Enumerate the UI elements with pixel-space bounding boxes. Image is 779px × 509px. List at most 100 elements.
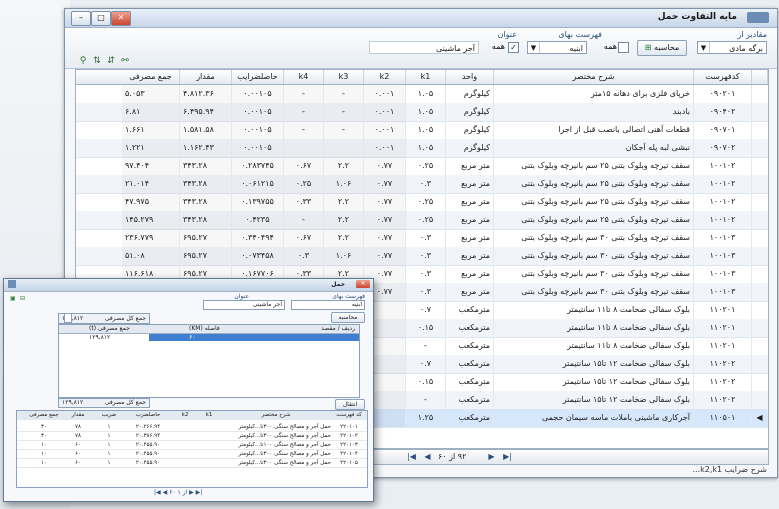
popup-col-header[interactable]: حاصلضرب <box>123 411 173 419</box>
popup-calc-button[interactable]: محاسبه <box>331 312 365 323</box>
cell-k4: ۰.۳۳ <box>284 193 324 211</box>
table-row[interactable]: ۱۰۰۱۰۲ سقف تیرچه وبلوک بتنی ۲۵ سم بانیرچه… <box>76 175 768 194</box>
all-title-checkbox[interactable]: ✓ <box>508 42 519 53</box>
cell-k1: ۱.۰۵ <box>406 139 446 157</box>
cell-k2: ۰.۷۷ <box>364 211 406 229</box>
cell-code: ۱۰۰۱۰۲ <box>694 157 752 175</box>
cell-factor: ۰.۳۴۰۴۹۴ <box>232 229 284 247</box>
popup-inner-col2: فاصله (KM) <box>189 325 220 332</box>
cell-k2: ۰.۷۷ <box>364 175 406 193</box>
cell-unit: مترمکعب <box>446 337 494 355</box>
popup-table-row[interactable]: ۲۲۰۱۰۱ حمل آجر و مصالح سنگی ۳۰۰تا...کیلوم… <box>17 423 367 432</box>
popup-table-row[interactable]: ۲۲۰۱۰۴ حمل آجر و مصالح سنگی ۳۰۰تا...کیلوم… <box>17 450 367 459</box>
popup-close-button[interactable]: ✕ <box>356 280 370 288</box>
column-header-qty[interactable]: مقدار <box>180 70 232 84</box>
column-header-k3[interactable]: k3 <box>324 70 364 84</box>
column-header-k4[interactable]: k4 <box>284 70 324 84</box>
next-page-icon[interactable]: ▶ <box>189 489 194 496</box>
table-row[interactable]: ۱۰۰۱۰۲ سقف تیرچه وبلوک بتنی ۲۵ سم بانیرچه… <box>76 211 768 230</box>
popup-sum2-label: جمع کل مصرفی <box>104 399 146 406</box>
popup-step-icon[interactable] <box>64 313 72 323</box>
filter-icon[interactable]: ⚲ <box>77 56 89 66</box>
table-row[interactable]: ۰۹۰۷۰۲ نبشی لبه پله آجکان کیلوگرم ۱.۰۵ ۰.۰۰۱… <box>76 139 768 158</box>
popup-save-icon[interactable]: ⊟ <box>20 295 25 302</box>
cell-k1: ۰.۳ <box>406 283 446 301</box>
popup-col-header[interactable]: k2 <box>173 411 197 419</box>
row-indicator-header <box>752 70 768 84</box>
cell-unit: متر مربع <box>446 247 494 265</box>
column-header-total[interactable]: جمع مصرفی <box>122 70 180 84</box>
calc-button[interactable]: محاسبه ⊞ <box>637 40 687 56</box>
cell-k3: - <box>324 85 364 103</box>
binoculars-icon[interactable]: ⚯ <box>119 56 131 66</box>
arrows-icon[interactable]: ⇅ <box>91 56 103 66</box>
popup-col-header[interactable]: مقدار <box>61 411 95 419</box>
popup-col-header[interactable]: شرح مختصر <box>221 411 331 419</box>
popup-table-row[interactable]: ۲۲۰۱۰۳ حمل آجر و مصالح سنگی ۱۰۰تا...کیلوم… <box>17 441 367 450</box>
maximize-button[interactable]: □ <box>91 11 111 26</box>
popup-cell-d: ۳۰ <box>41 424 47 430</box>
table-row[interactable]: ۰۹۰۷۰۱ قطعات آهنی اتصالی بانصب قبل از اجر… <box>76 121 768 140</box>
cell-k4 <box>284 139 324 157</box>
column-header-k2[interactable]: k2 <box>364 70 406 84</box>
cell-total: ۶.۸۱ <box>122 103 180 121</box>
popup-inner-distance: ۶۰ <box>189 334 196 341</box>
popup-title-value: آجر ماشینی <box>252 301 282 308</box>
table-row[interactable]: ۱۰۰۱۰۳ سقف تیرچه وبلوک بتنی ۳۰ سم بانیرچه… <box>76 247 768 266</box>
popup-table-row[interactable]: ۲۲۰۱۰۵ حمل آجر و مصالح سنگی ۳۰۰تا...کیلوم… <box>17 459 367 468</box>
cell-qty: ۴.۸۱۲.۳۶ <box>180 85 232 103</box>
column-header-code[interactable]: کدفهرست <box>694 70 752 84</box>
last-record-icon[interactable]: ▶| <box>502 451 513 462</box>
cell-k1: ۰.۲۵ <box>406 193 446 211</box>
next-record-icon[interactable]: ▶ <box>486 451 497 462</box>
cell-unit: مترمکعب <box>446 373 494 391</box>
app-icon <box>747 12 769 23</box>
column-header-factor[interactable]: حاصلضرایب <box>232 70 284 84</box>
prev-record-icon[interactable]: ◀ <box>422 451 433 462</box>
price-list-from-combo[interactable]: برگه مادی ▼ <box>697 41 767 54</box>
table-row[interactable]: ۰۹۰۲۰۱ خرپای فلزی برای دهانه ۱۵متر کیلوگرم… <box>76 85 768 104</box>
popup-price-list-value: ابنیه <box>351 301 362 308</box>
column-header-k1[interactable]: k1 <box>406 70 446 84</box>
minimize-button[interactable]: – <box>71 11 91 26</box>
price-list-combo[interactable]: ابنیه ▼ <box>527 41 587 54</box>
popup-print-icon[interactable]: ▣ <box>10 295 16 302</box>
cell-factor: ۰.۰۷۳۴۵۸ <box>232 247 284 265</box>
cell-code: ۰۹۰۷۰۲ <box>694 139 752 157</box>
cell-k1: ۰.۱۵ <box>406 319 446 337</box>
cell-k3: - <box>324 121 364 139</box>
first-record-icon[interactable]: |◀ <box>406 451 417 462</box>
popup-title-combo[interactable]: آجر ماشینی <box>203 300 285 310</box>
popup-col-header[interactable]: کد فهرست <box>331 411 367 419</box>
cell-desc: نبشی لبه پله آجکان <box>494 139 694 157</box>
popup-cell-code: ۲۲۰۱۰۳ <box>340 442 358 448</box>
cell-qty: ۳۴۳.۲۸ <box>180 175 232 193</box>
popup-col-header[interactable]: جمع مصرفی <box>27 411 61 419</box>
popup-cell-a: ۲۰.۳۸۶.۹۴ <box>135 433 161 439</box>
popup-price-list-combo[interactable]: ابنیه <box>291 300 365 310</box>
prev-page-icon[interactable]: ◀ <box>163 489 168 496</box>
popup-col-header[interactable]: k1 <box>197 411 221 419</box>
table-row[interactable]: ۱۰۰۱۰۲ سقف تیرچه وبلوک بتنی ۲۵ سم بانیرچه… <box>76 157 768 176</box>
popup-table-row[interactable]: ۲۲۰۱۰۲ حمل آجر و مصالح سنگی ۳۰۰تا...کیلوم… <box>17 432 367 441</box>
popup-transfer-button[interactable]: انتقال <box>335 399 365 410</box>
cell-code: ۱۱۰۲۰۲ <box>694 373 752 391</box>
current-row-icon: ◀ <box>752 409 768 427</box>
cell-code: ۱۱۰۲۰۱ <box>694 301 752 319</box>
table-row[interactable]: ۰۹۰۴۰۲ بادبند کیلوگرم ۱.۰۵ ۰.۰۰۱- -۰.۰۰۱۰۵ ۶.۴… <box>76 103 768 122</box>
last-page-icon[interactable]: ▶| <box>196 489 203 496</box>
close-button[interactable]: ✕ <box>111 11 131 26</box>
cell-unit: متر مربع <box>446 211 494 229</box>
column-header-unit[interactable]: واحد <box>446 70 494 84</box>
table-row[interactable]: ۱۰۰۱۰۳ سقف تیرچه وبلوک بتنی ۳۰ سم بانیرچه… <box>76 229 768 248</box>
all-price-list-checkbox[interactable] <box>618 42 629 53</box>
cell-k2: ۰.۷۷ <box>364 193 406 211</box>
column-header-desc[interactable]: شرح مختصر <box>494 70 694 84</box>
chevron-down-icon[interactable]: ▼ <box>528 42 540 53</box>
sort-icon[interactable]: ⇵ <box>105 56 117 66</box>
title-field[interactable]: آجر ماشینی <box>369 41 479 54</box>
popup-col-header[interactable]: ضریب <box>95 411 123 419</box>
table-row[interactable]: ۱۰۰۱۰۲ سقف تیرچه وبلوک بتنی ۲۵ سم بانیرچه… <box>76 193 768 212</box>
first-page-icon[interactable]: |◀ <box>154 489 161 496</box>
chevron-down-icon[interactable]: ▼ <box>698 42 710 53</box>
